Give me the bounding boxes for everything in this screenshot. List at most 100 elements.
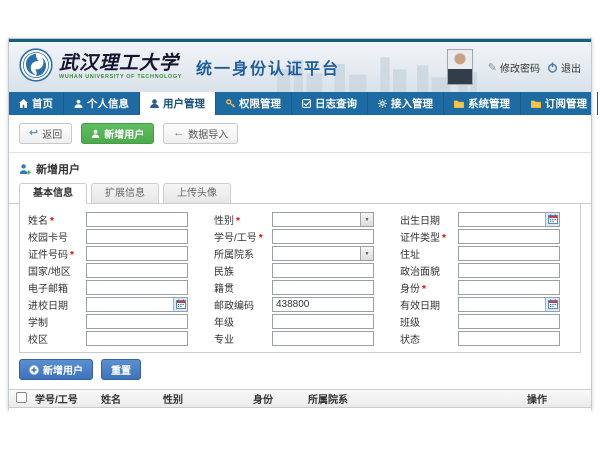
tab-extended-info[interactable]: 扩展信息 <box>91 183 159 203</box>
add-user-toolbar-button[interactable]: 新增用户 <box>81 123 154 144</box>
logout-label: 退出 <box>561 60 581 75</box>
panel-title-label: 新增用户 <box>36 161 80 177</box>
ethnicity-input[interactable] <box>272 263 374 278</box>
nav-item-log-query[interactable]: 日志查询 <box>292 92 368 115</box>
calendar-icon[interactable] <box>545 213 559 226</box>
person-icon <box>74 99 83 108</box>
name-input[interactable] <box>86 212 188 227</box>
tab-basic-info[interactable]: 基本信息 <box>19 183 87 204</box>
field-label-status: 状态 <box>400 331 458 346</box>
student-employee-no-input[interactable] <box>272 229 374 244</box>
add-user-toolbar-label: 新增用户 <box>104 126 144 141</box>
form-row-campus: 校区 <box>28 330 202 347</box>
entry-date-date-field <box>86 297 188 312</box>
department-select[interactable]: ▼ <box>272 246 374 261</box>
nav-item-label: 日志查询 <box>315 96 357 111</box>
nav-item-subscription-management[interactable]: 订阅管理 <box>521 92 598 115</box>
person-plus-icon <box>19 163 31 175</box>
birth-date-input[interactable] <box>459 213 545 226</box>
back-button-label: 返回 <box>42 126 62 141</box>
folder-icon <box>454 100 464 108</box>
calendar-icon[interactable] <box>173 298 187 311</box>
id-type-input[interactable] <box>458 229 560 244</box>
status-input[interactable] <box>458 331 560 346</box>
data-import-button[interactable]: ← 数据导入 <box>163 123 238 144</box>
form-row-country-region: 国家/地区 <box>28 262 202 279</box>
checklist-icon <box>302 99 311 108</box>
valid-date-date-field <box>458 297 560 312</box>
nav-item-access-management[interactable]: 接入管理 <box>368 92 444 115</box>
email-input[interactable] <box>86 280 188 295</box>
birth-date-date-field <box>458 212 560 227</box>
submit-add-user-button[interactable]: 新增用户 <box>19 359 93 380</box>
form-row-gender: 性别* ▼ <box>214 211 388 228</box>
platform-title: 统一身份认证平台 <box>196 55 340 79</box>
field-label-id-type: 证件类型* <box>400 229 458 244</box>
postal-code-input[interactable] <box>272 297 374 312</box>
nav-item-user-management[interactable]: 用户管理 <box>140 92 216 115</box>
select-all-checkbox[interactable] <box>16 391 27 402</box>
nav-item-label: 接入管理 <box>391 96 433 111</box>
nav-item-label: 订阅管理 <box>545 96 587 111</box>
major-input[interactable] <box>272 331 374 346</box>
identity-input[interactable] <box>458 280 560 295</box>
native-place-input[interactable] <box>272 280 374 295</box>
field-label-schooling-length: 学制 <box>28 314 86 329</box>
form-row-ethnicity: 民族 <box>214 262 388 279</box>
chevron-down-icon: ▼ <box>360 213 373 226</box>
key-icon <box>226 99 235 108</box>
column-header-student-employee-no: 学号/工号 <box>35 391 101 406</box>
field-label-id-number: 证件号码* <box>28 246 86 261</box>
campus-card-no-input[interactable] <box>86 229 188 244</box>
back-arrow-icon: ↩ <box>29 128 38 139</box>
nav-item-label: 个人信息 <box>87 96 129 111</box>
form-row-postal-code: 邮政编码 <box>214 296 388 313</box>
reset-button[interactable]: 重置 <box>101 359 141 380</box>
form-row-valid-date: 有效日期 <box>400 296 574 313</box>
nav-item-permission-management[interactable]: 权限管理 <box>216 92 292 115</box>
political-status-input[interactable] <box>458 263 560 278</box>
import-arrow-icon: ← <box>173 128 184 139</box>
column-header-name: 姓名 <box>101 391 163 406</box>
field-label-birth-date: 出生日期 <box>400 212 458 227</box>
logout-link[interactable]: 退出 <box>547 60 581 75</box>
tab-upload-avatar[interactable]: 上传头像 <box>163 183 231 203</box>
nav-item-system-management[interactable]: 系统管理 <box>444 92 521 115</box>
calendar-icon <box>176 296 186 314</box>
id-number-input[interactable] <box>86 246 188 261</box>
nav-item-personal-info[interactable]: 个人信息 <box>64 92 140 115</box>
field-label-gender: 性别* <box>214 212 272 227</box>
nav-item-label: 系统管理 <box>468 96 510 111</box>
schooling-length-input[interactable] <box>86 314 188 329</box>
field-label-class: 班级 <box>400 314 458 329</box>
gender-select[interactable]: ▼ <box>272 212 374 227</box>
university-name-zh: 武汉理工大学 <box>59 54 182 73</box>
grade-input[interactable] <box>272 314 374 329</box>
back-button[interactable]: ↩ 返回 <box>19 123 72 144</box>
form-row-status: 状态 <box>400 330 574 347</box>
field-label-political-status: 政治面貌 <box>400 263 458 278</box>
change-password-link[interactable]: ✎ 修改密码 <box>488 60 540 75</box>
change-password-label: 修改密码 <box>500 60 540 75</box>
form-row-department: 所属院系▼ <box>214 245 388 262</box>
field-label-address: 住址 <box>400 246 458 261</box>
country-region-input[interactable] <box>86 263 188 278</box>
field-label-entry-date: 进校日期 <box>28 297 86 312</box>
main-nav: 首页 个人信息用户管理权限管理 日志查询 接入管理 系统管理 订阅管理 <box>9 92 591 115</box>
field-label-student-employee-no: 学号/工号* <box>214 229 272 244</box>
form-row-grade: 年级 <box>214 313 388 330</box>
required-asterisk: * <box>70 250 74 261</box>
user-table: 学号/工号姓名性别身份所属院系操作 <box>9 389 591 421</box>
header: 武汉理工大学 WUHAN UNIVERSITY OF TECHNOLOGY 统一… <box>9 42 591 92</box>
calendar-icon[interactable] <box>545 298 559 311</box>
address-input[interactable] <box>458 246 560 261</box>
header-user-area: ✎ 修改密码 退出 <box>447 49 581 85</box>
class-input[interactable] <box>458 314 560 329</box>
circle-plus-icon <box>29 365 39 375</box>
campus-input[interactable] <box>86 331 188 346</box>
valid-date-input[interactable] <box>459 298 545 311</box>
power-icon <box>547 62 558 73</box>
nav-item-home[interactable]: 首页 <box>9 92 64 115</box>
entry-date-input[interactable] <box>87 298 173 311</box>
form-row-campus-card-no: 校园卡号 <box>28 228 202 245</box>
